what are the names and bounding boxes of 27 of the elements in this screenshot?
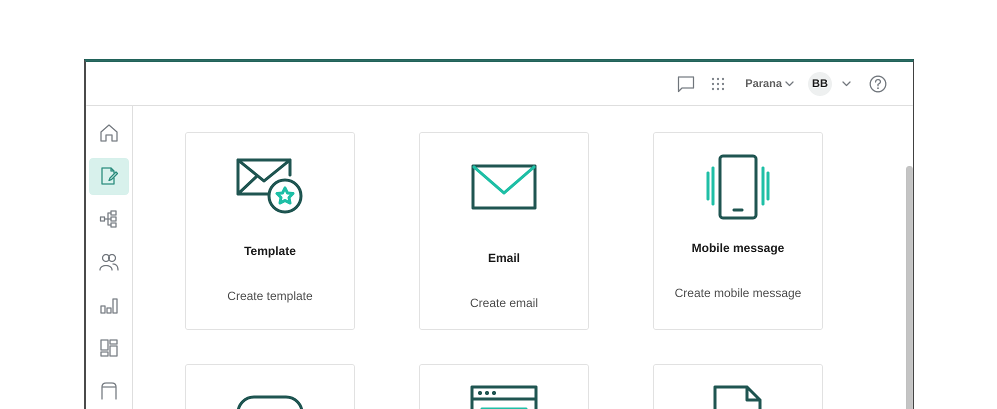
card-title: Template bbox=[244, 244, 296, 258]
card-description: Create mobile message bbox=[674, 286, 802, 300]
apps-grid-icon[interactable] bbox=[711, 76, 726, 90]
vibrating-phone-icon bbox=[706, 154, 770, 220]
card-title: Mobile message bbox=[692, 241, 784, 255]
envelope-icon bbox=[471, 164, 537, 210]
hierarchy-icon bbox=[99, 209, 119, 230]
chat-icon[interactable] bbox=[677, 74, 696, 92]
chevron-down-icon[interactable] bbox=[842, 80, 851, 86]
document-edit-icon bbox=[99, 166, 119, 186]
user-avatar[interactable]: BB bbox=[808, 72, 832, 96]
scrollbar[interactable] bbox=[906, 166, 913, 409]
sidebar-item[interactable] bbox=[89, 158, 129, 195]
card-description: Create template bbox=[227, 289, 313, 303]
people-icon bbox=[99, 252, 119, 272]
create-card[interactable]: Template Create template bbox=[185, 132, 355, 330]
help-icon[interactable] bbox=[869, 74, 887, 92]
dashboard-icon bbox=[99, 338, 119, 358]
create-card[interactable]: Mobile message Create mobile message bbox=[653, 132, 823, 330]
workspace-dropdown[interactable]: Parana bbox=[745, 78, 794, 90]
envelope-star-icon bbox=[236, 157, 304, 215]
card-title: Email bbox=[488, 251, 520, 265]
create-card[interactable]: Email Create email bbox=[419, 132, 589, 330]
home-icon bbox=[99, 123, 119, 144]
box-icon bbox=[99, 380, 119, 401]
card-description: Create email bbox=[470, 296, 538, 310]
chevron-down-icon bbox=[785, 80, 794, 86]
